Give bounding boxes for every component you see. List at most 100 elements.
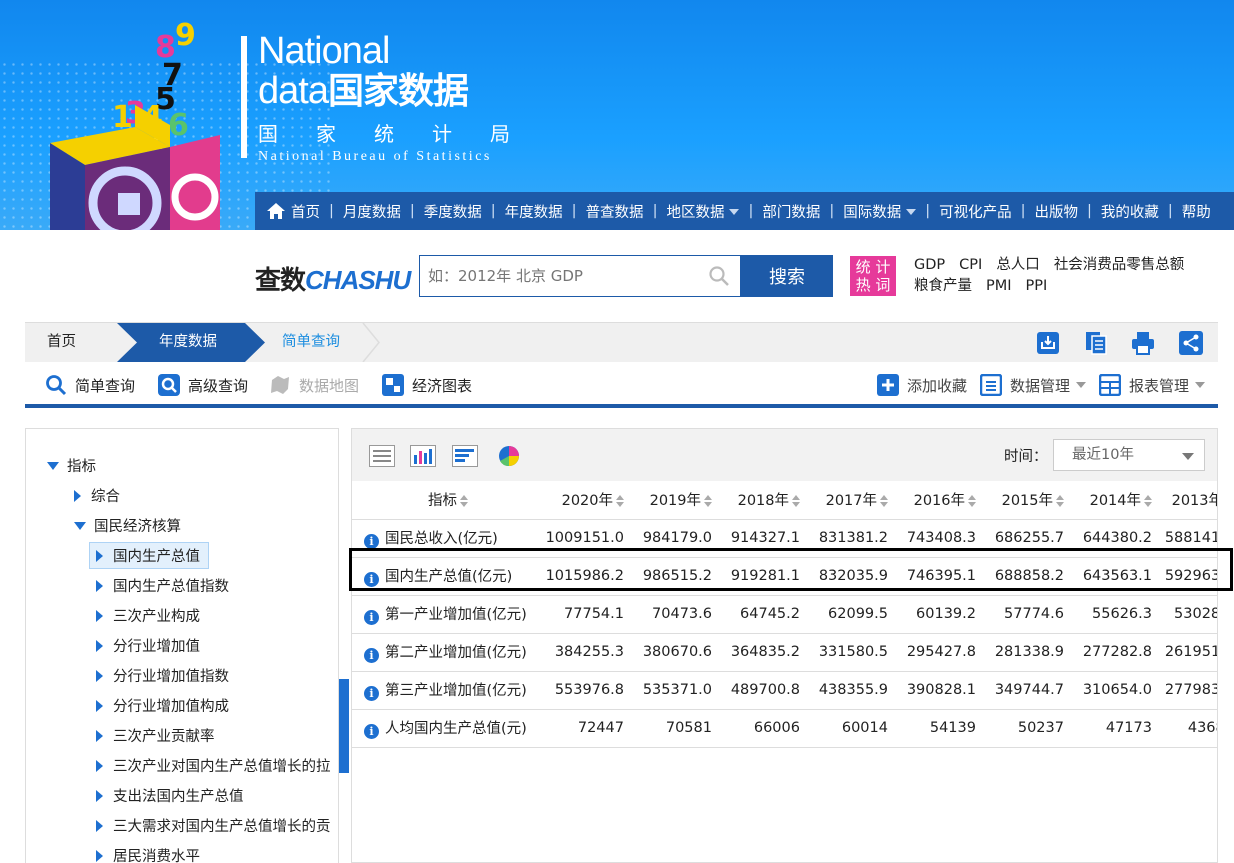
hot-word-link[interactable]: 总人口 [996, 257, 1040, 273]
nav-item[interactable]: 年度数据 [505, 201, 563, 222]
info-icon[interactable]: i [364, 686, 379, 701]
info-icon[interactable]: i [364, 610, 379, 625]
tree-node[interactable]: 三次产业对国内生产总值增长的拉 [96, 755, 331, 776]
table-cell: 70473.6 [632, 595, 720, 634]
time-range-value: 最近10年 [1072, 447, 1134, 463]
horizontal-bar-view-icon[interactable] [452, 445, 478, 467]
sort-icon[interactable] [880, 495, 888, 508]
report-management-dropdown[interactable]: 报表管理 [1099, 372, 1206, 398]
hot-words-badge: 统 计 热 词 [850, 256, 896, 296]
copy-icon[interactable] [1084, 331, 1108, 355]
tree-node-label: 分行业增加值构成 [113, 699, 229, 715]
download-icon[interactable] [1036, 331, 1060, 355]
nav-item[interactable]: 可视化产品 [939, 201, 1012, 222]
nav-item[interactable]: 月度数据 [343, 201, 401, 222]
data-management-dropdown[interactable]: 数据管理 [980, 372, 1087, 398]
hot-word-link[interactable]: CPI [959, 257, 982, 273]
tree-node[interactable]: 三大需求对国内生产总值增长的贡 [96, 815, 331, 836]
bureau-name-en: National Bureau of Statistics [258, 149, 492, 164]
breadcrumb-home[interactable]: 首页 [47, 323, 76, 362]
hot-word-link[interactable]: 社会消费品零售总额 [1054, 257, 1185, 273]
nav-item[interactable]: 出版物 [1035, 201, 1079, 222]
row-indicator-name: i 第二产业增加值(亿元) [352, 633, 544, 672]
tree-node[interactable]: 分行业增加值构成 [96, 695, 229, 716]
breadcrumb-annual-data[interactable]: 年度数据 [159, 323, 217, 362]
nav-item[interactable]: 我的收藏 [1101, 201, 1159, 222]
table-cell: 643563.1 [1072, 557, 1160, 596]
nav-item[interactable]: 季度数据 [424, 201, 482, 222]
row-indicator-label: 人均国内生产总值(元) [385, 721, 527, 737]
tree-node[interactable]: 分行业增加值 [96, 635, 200, 656]
simple-query-button[interactable]: 简单查询 [45, 372, 135, 398]
column-header-year[interactable]: 2018年 [720, 481, 808, 520]
nav-separator: | [329, 203, 334, 219]
sort-icon[interactable] [1056, 495, 1064, 508]
data-map-button[interactable]: 数据地图 [269, 372, 359, 398]
column-header-year[interactable]: 2014年 [1072, 481, 1160, 520]
tree-node[interactable]: 三次产业贡献率 [96, 725, 215, 746]
nav-item[interactable]: 普查数据 [586, 201, 644, 222]
tree-node[interactable]: 三次产业构成 [96, 605, 200, 626]
tree-node[interactable]: 国民经济核算 [74, 515, 181, 536]
sidebar-scrollbar[interactable] [339, 679, 349, 773]
hot-word-link[interactable]: PPI [1026, 278, 1048, 294]
tree-node[interactable]: 居民消费水平 [96, 845, 200, 863]
tree-node[interactable]: 国内生产总值 [89, 542, 209, 569]
nav-item[interactable]: 地区数据 [666, 201, 740, 222]
sort-icon[interactable] [616, 495, 624, 508]
nav-separator: | [1167, 203, 1173, 219]
tree-node[interactable]: 国内生产总值指数 [96, 575, 229, 596]
collapse-icon [96, 549, 103, 562]
hot-word-link[interactable]: PMI [986, 278, 1012, 294]
share-icon[interactable] [1179, 331, 1203, 355]
column-header-year[interactable]: 2013年 [1160, 481, 1217, 520]
nav-item[interactable]: 首页 [267, 201, 320, 222]
column-header-year[interactable]: 2019年 [632, 481, 720, 520]
tree-node[interactable]: 分行业增加值指数 [96, 665, 229, 686]
collapse-icon [96, 819, 103, 832]
hot-word-link[interactable]: 粮食产量 [914, 278, 972, 294]
column-header-indicator[interactable]: 指标 [352, 481, 544, 520]
hot-word-link[interactable]: GDP [914, 257, 945, 273]
pie-chart-view-icon[interactable] [497, 444, 521, 468]
print-icon[interactable] [1131, 331, 1155, 355]
column-header-year[interactable]: 2017年 [808, 481, 896, 520]
sort-icon[interactable] [460, 495, 468, 508]
nav-item[interactable]: 部门数据 [762, 201, 820, 222]
sort-icon[interactable] [968, 495, 976, 508]
time-range-select[interactable]: 最近10年 [1053, 439, 1205, 471]
sort-icon[interactable] [792, 495, 800, 508]
column-header-year[interactable]: 2016年 [896, 481, 984, 520]
table-cell: 688858.2 [984, 557, 1072, 596]
brand-title-latin: data [258, 70, 329, 112]
add-favorite-button[interactable]: 添加收藏 [877, 372, 967, 398]
table-cell: 644380.2 [1072, 519, 1160, 558]
logo-number: 9 [175, 18, 196, 53]
report-management-label: 报表管理 [1129, 376, 1190, 395]
table-cell: 77754.1 [544, 595, 632, 634]
table-cell: 743408.3 [896, 519, 984, 558]
nav-item[interactable]: 国际数据 [843, 201, 917, 222]
tree-node[interactable]: 综合 [74, 485, 120, 506]
tree-root[interactable]: 指标 [47, 455, 96, 476]
info-icon[interactable]: i [364, 724, 379, 739]
column-header-year[interactable]: 2015年 [984, 481, 1072, 520]
list-view-icon[interactable] [369, 445, 395, 467]
bar-chart-view-icon[interactable] [410, 445, 436, 467]
time-label: 时间： [1004, 449, 1048, 465]
info-icon[interactable]: i [364, 534, 379, 549]
search-button[interactable]: 搜索 [741, 255, 833, 297]
breadcrumb-simple-query[interactable]: 简单查询 [282, 323, 340, 362]
tree-node[interactable]: 支出法国内生产总值 [96, 785, 244, 806]
advanced-query-button[interactable]: 高级查询 [158, 372, 248, 398]
nav-item[interactable]: 帮助 [1182, 201, 1211, 222]
info-icon[interactable]: i [364, 648, 379, 663]
sort-icon[interactable] [704, 495, 712, 508]
econ-chart-button[interactable]: 经济图表 [382, 372, 472, 398]
column-header-year[interactable]: 2020年 [544, 481, 632, 520]
nav-item-label: 首页 [291, 204, 320, 221]
info-icon[interactable]: i [364, 572, 379, 587]
search-input[interactable] [420, 256, 700, 296]
sort-icon[interactable] [1144, 495, 1152, 508]
expand-icon [74, 521, 86, 530]
